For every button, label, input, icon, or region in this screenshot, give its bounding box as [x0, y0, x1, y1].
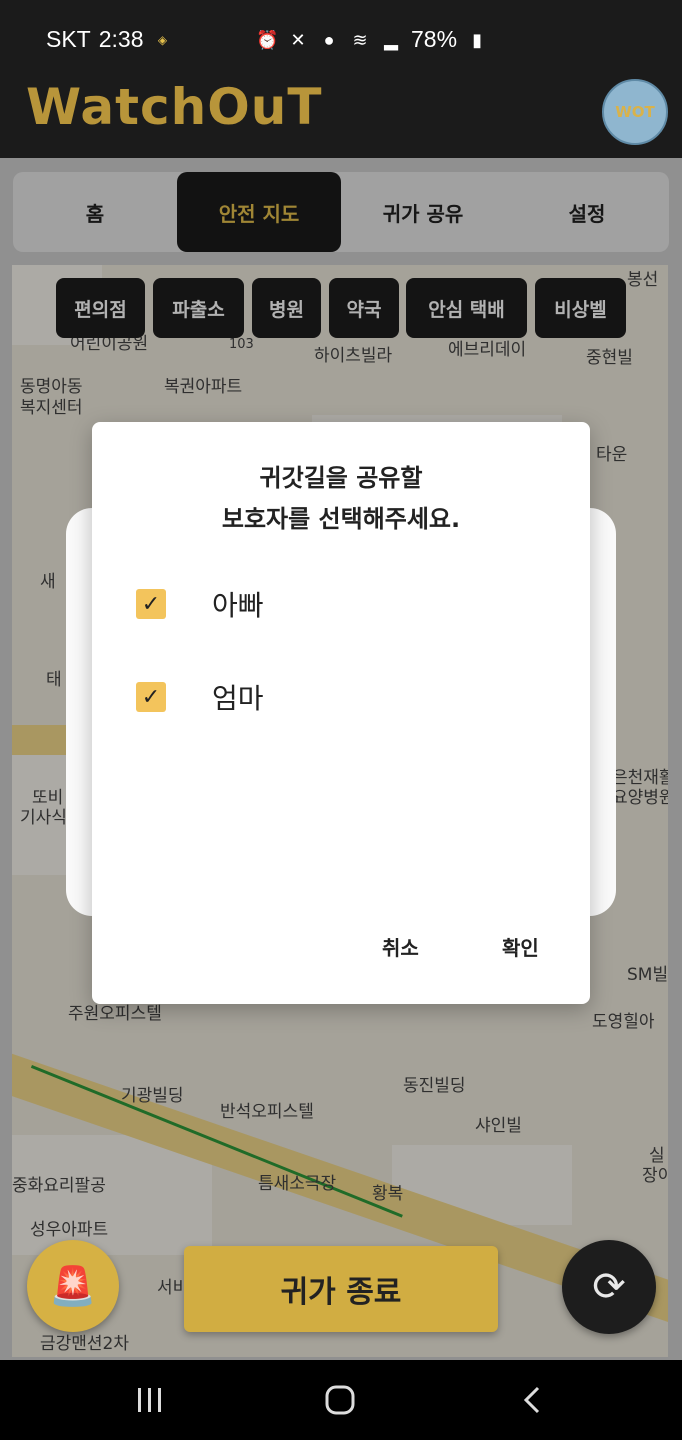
- checkbox-dad[interactable]: ✓: [136, 589, 166, 619]
- dialog-title-line2: 보호자를 선택해주세요.: [221, 505, 461, 533]
- back-icon: [523, 1386, 540, 1414]
- status-left: SKT 2:38 ◈: [46, 26, 174, 53]
- alarm-icon: ⏰: [256, 29, 279, 50]
- app-logo: WatchOuT: [26, 78, 323, 136]
- guardian-select-dialog: 귀갓길을 공유할 보호자를 선택해주세요. ✓ 아빠 ✓ 엄마 취소 확인: [92, 422, 590, 1004]
- end-return-button[interactable]: 귀가 종료: [184, 1246, 498, 1332]
- recent-apps-button[interactable]: [120, 1380, 180, 1420]
- system-nav-bar: [0, 1360, 682, 1440]
- recent-apps-icon: [138, 1388, 161, 1412]
- guardian-label-mom: 엄마: [212, 682, 264, 715]
- clock: 2:38: [98, 26, 144, 52]
- refresh-button[interactable]: ⟳: [562, 1240, 656, 1334]
- guardian-label-dad: 아빠: [212, 589, 264, 622]
- signal-icon: ▂: [384, 29, 398, 50]
- battery-percent: 78%: [411, 26, 458, 52]
- check-icon: ✓: [141, 684, 161, 710]
- refresh-icon: ⟳: [592, 1264, 626, 1310]
- checkbox-mom[interactable]: ✓: [136, 682, 166, 712]
- back-button[interactable]: [502, 1380, 562, 1420]
- end-return-label: 귀가 종료: [280, 1275, 402, 1310]
- siren-icon: 🚨: [49, 1263, 97, 1308]
- confirm-button[interactable]: 확인: [502, 932, 539, 961]
- dialog-title-line1: 귀갓길을 공유할: [259, 464, 423, 492]
- wot-app-icon: ◈: [157, 32, 168, 47]
- emergency-alert-button[interactable]: 🚨: [27, 1240, 119, 1332]
- app-header: WatchOuT WOT: [0, 66, 682, 158]
- check-icon: ✓: [141, 591, 161, 617]
- guardian-option-dad[interactable]: ✓ 아빠: [136, 582, 264, 626]
- avatar-text: WOT: [615, 103, 655, 121]
- battery-icon: ▮: [472, 29, 482, 50]
- home-icon: [325, 1385, 355, 1415]
- status-bar: SKT 2:38 ◈ ⏰ ✕ ● ≋ ▂ 78% ▮: [0, 0, 682, 66]
- location-icon: ●: [323, 29, 335, 50]
- profile-avatar[interactable]: WOT: [602, 79, 668, 145]
- carrier-label: SKT: [46, 26, 91, 52]
- mute-icon: ✕: [290, 29, 306, 50]
- home-button[interactable]: [310, 1380, 370, 1420]
- wifi-icon: ≋: [352, 29, 368, 50]
- status-right: ⏰ ✕ ● ≋ ▂ 78% ▮: [256, 26, 488, 53]
- dialog-title: 귀갓길을 공유할 보호자를 선택해주세요.: [92, 458, 590, 540]
- guardian-option-mom[interactable]: ✓ 엄마: [136, 675, 264, 719]
- cancel-button[interactable]: 취소: [382, 932, 419, 961]
